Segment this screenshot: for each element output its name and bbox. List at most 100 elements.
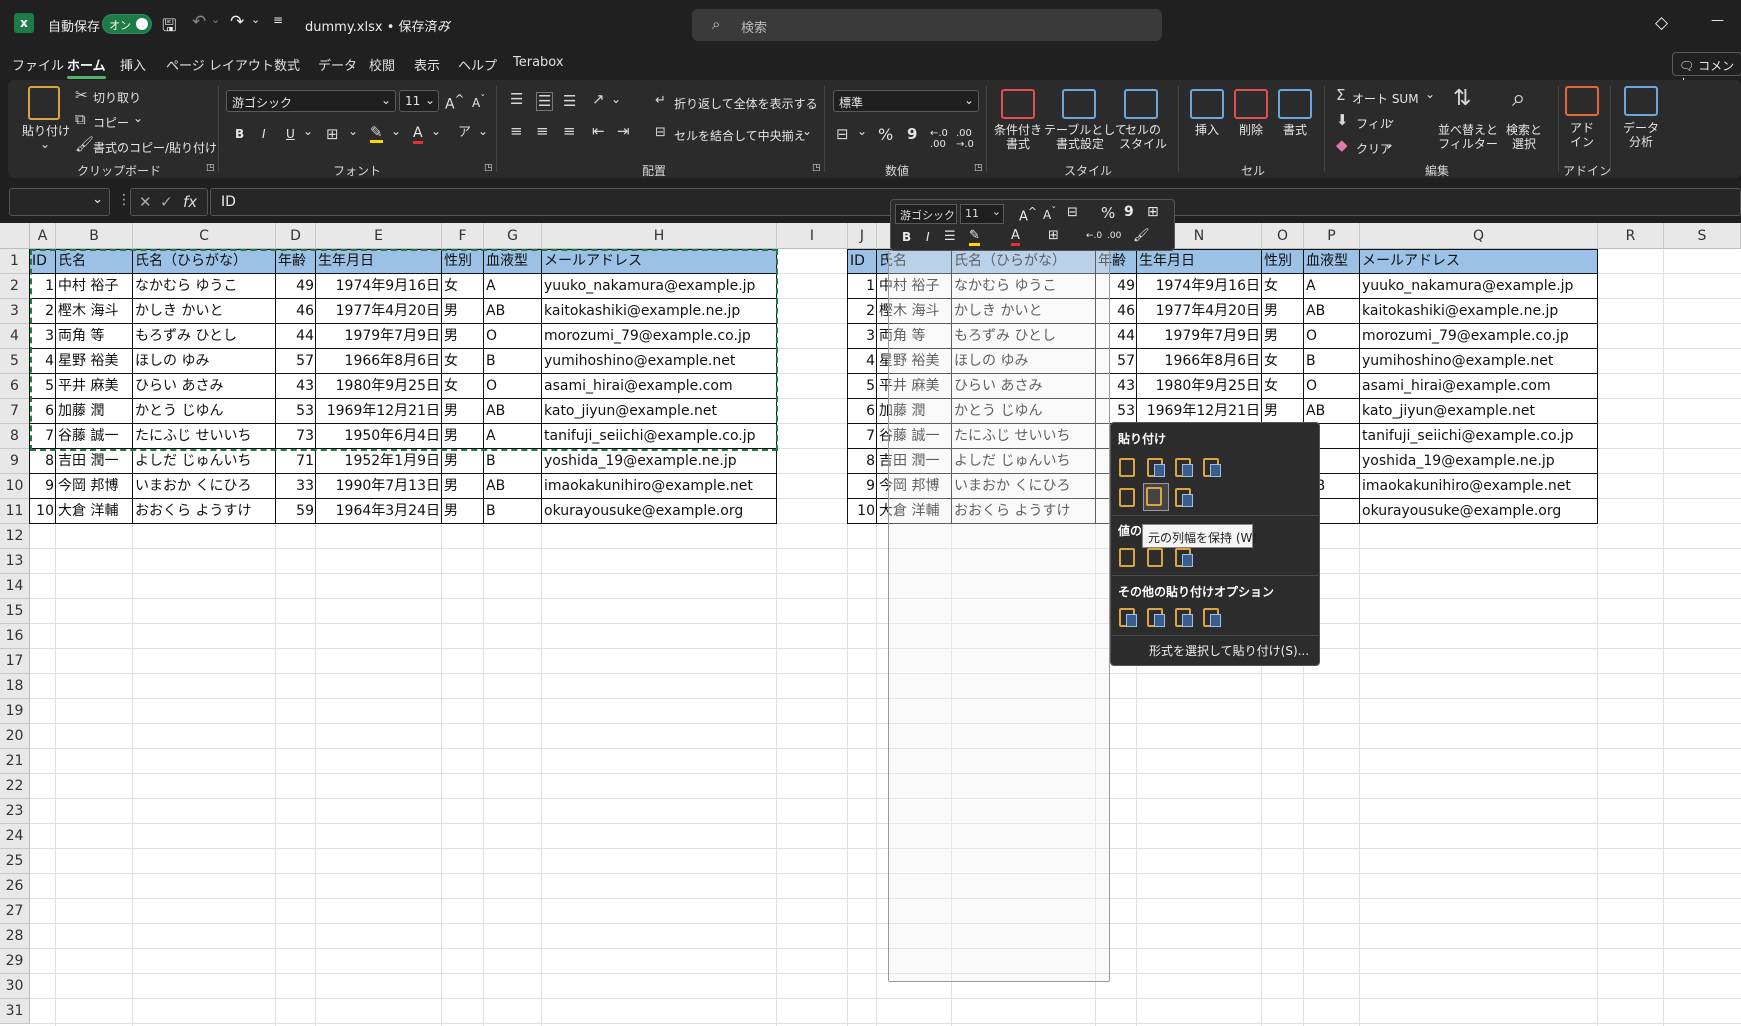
border-dropdown-icon[interactable]: ⌄ xyxy=(348,124,358,138)
align-left-icon[interactable]: ≡ xyxy=(510,124,523,139)
source-data-cell[interactable]: B xyxy=(484,499,542,524)
format-as-table-icon[interactable] xyxy=(1062,89,1096,119)
pasted-data-cell[interactable]: O xyxy=(1304,374,1360,399)
mini-accounting-icon[interactable]: ⊟ xyxy=(1067,205,1078,220)
pasted-header-cell[interactable]: 性別 xyxy=(1262,249,1304,274)
increase-decimal-icon[interactable]: ←.0.00 xyxy=(930,128,948,150)
search-box[interactable]: ⌕ 検索 xyxy=(692,9,1162,41)
pasted-data-cell[interactable]: 2 xyxy=(848,299,877,324)
paste-linked-picture-icon[interactable] xyxy=(1201,605,1223,629)
autosave-toggle[interactable]: オン xyxy=(102,14,152,34)
source-data-cell[interactable]: 1990年7月13日 xyxy=(316,474,442,499)
align-center-icon[interactable]: ≡ xyxy=(536,124,549,139)
copy-button[interactable]: コピー xyxy=(93,114,129,131)
mini-comma-button[interactable]: 9 xyxy=(1124,204,1134,220)
confirm-icon[interactable]: ✓ xyxy=(160,193,173,211)
tab-page-layout[interactable]: ページ レイアウト xyxy=(166,55,274,74)
row-header[interactable]: 20 xyxy=(0,724,30,749)
pasted-header-cell[interactable]: メールアドレス xyxy=(1360,249,1598,274)
fill-color-dropdown-icon[interactable]: ⌄ xyxy=(391,124,401,138)
row-header[interactable]: 6 xyxy=(0,374,30,399)
source-data-cell[interactable]: 吉田 潤一 xyxy=(56,449,133,474)
tab-data[interactable]: データ xyxy=(318,55,357,74)
source-data-cell[interactable]: okurayousuke@example.org xyxy=(542,499,777,524)
paste-values-source-format-icon[interactable] xyxy=(1173,545,1195,569)
cut-icon[interactable]: ✂ xyxy=(75,88,88,103)
wrap-text-icon[interactable]: ↵ xyxy=(655,94,666,107)
pasted-data-cell[interactable]: 男 xyxy=(1262,399,1304,424)
decrease-indent-icon[interactable]: ⇤ xyxy=(592,124,605,139)
mini-fill-color-icon[interactable]: ✎ xyxy=(969,228,980,246)
column-header[interactable]: O xyxy=(1262,223,1304,249)
source-data-cell[interactable]: 1964年3月24日 xyxy=(316,499,442,524)
find-select-icon[interactable]: ⌕ xyxy=(1512,86,1525,110)
column-header[interactable]: B xyxy=(56,223,133,249)
row-header[interactable]: 4 xyxy=(0,324,30,349)
font-name-select[interactable]: 游ゴシック ⌄ xyxy=(226,90,396,112)
pasted-data-cell[interactable]: kato_jiyun@example.net xyxy=(1360,399,1598,424)
source-data-cell[interactable]: 1952年1月9日 xyxy=(316,449,442,474)
mini-increase-decimal-icon[interactable]: ←.0 xyxy=(1086,231,1102,241)
phonetic-icon[interactable]: ア xyxy=(458,126,471,139)
mini-increase-font-icon[interactable]: A^ xyxy=(1019,205,1037,224)
mini-decrease-font-icon[interactable]: Aˇ xyxy=(1043,206,1056,222)
italic-button[interactable]: I xyxy=(262,127,266,141)
pasted-header-cell[interactable]: 血液型 xyxy=(1304,249,1360,274)
alignment-launcher-icon[interactable]: ◳ xyxy=(812,163,821,173)
name-box[interactable]: ⌄ xyxy=(9,188,110,216)
row-header[interactable]: 23 xyxy=(0,799,30,824)
pasted-data-cell[interactable]: 女 xyxy=(1262,349,1304,374)
pasted-data-cell[interactable]: 9 xyxy=(848,474,877,499)
tab-formulas[interactable]: 数式 xyxy=(274,55,300,74)
pasted-data-cell[interactable]: okurayousuke@example.org xyxy=(1360,499,1598,524)
column-header[interactable]: Q xyxy=(1360,223,1598,249)
align-middle-icon[interactable]: ☰ xyxy=(536,92,554,111)
column-header[interactable]: A xyxy=(30,223,56,249)
copy-dropdown-icon[interactable]: ⌄ xyxy=(133,111,143,125)
pasted-data-cell[interactable]: 8 xyxy=(848,449,877,474)
addins-icon[interactable] xyxy=(1565,86,1599,116)
row-header[interactable]: 27 xyxy=(0,899,30,924)
source-data-cell[interactable]: yoshida_19@example.ne.jp xyxy=(542,449,777,474)
row-header[interactable]: 24 xyxy=(0,824,30,849)
pasted-data-cell[interactable]: 1977年4月20日 xyxy=(1137,299,1262,324)
row-header[interactable]: 28 xyxy=(0,924,30,949)
phonetic-dropdown-icon[interactable]: ⌄ xyxy=(478,124,488,138)
pasted-data-cell[interactable]: 1974年9月16日 xyxy=(1137,274,1262,299)
row-header[interactable]: 17 xyxy=(0,649,30,674)
paste-keep-source-format-icon[interactable] xyxy=(1201,455,1223,479)
column-header[interactable]: E xyxy=(316,223,442,249)
source-data-cell[interactable]: 33 xyxy=(276,474,316,499)
paste-formatting-icon[interactable] xyxy=(1117,605,1139,629)
copy-icon[interactable]: ⧉ xyxy=(75,112,86,127)
comment-button[interactable]: 🗨 コメント xyxy=(1672,52,1741,90)
addins-button[interactable]: アド イン xyxy=(1562,121,1602,149)
row-header[interactable]: 31 xyxy=(0,999,30,1024)
mini-font-color-button[interactable]: A xyxy=(1011,228,1020,246)
pasted-data-cell[interactable]: O xyxy=(1304,324,1360,349)
pasted-data-cell[interactable]: 女 xyxy=(1262,374,1304,399)
select-all-corner[interactable] xyxy=(0,223,30,249)
clipboard-launcher-icon[interactable]: ◳ xyxy=(206,163,215,173)
row-header[interactable]: 1 xyxy=(0,249,30,274)
format-painter-button[interactable]: 書式のコピー/貼り付け xyxy=(93,139,217,156)
number-launcher-icon[interactable]: ◳ xyxy=(974,163,983,173)
mini-format-icon[interactable]: ⊞ xyxy=(1147,204,1159,220)
decrease-font-icon[interactable]: Aˇ xyxy=(472,94,485,110)
mini-format-painter-icon[interactable]: 🖌 xyxy=(1133,228,1150,243)
diamond-icon[interactable]: ◇ xyxy=(1655,13,1668,33)
fill-color-icon[interactable]: ✎ xyxy=(370,125,383,143)
pasted-data-cell[interactable]: 1 xyxy=(848,274,877,299)
paste-dropdown-icon[interactable]: ⌄ xyxy=(40,137,50,151)
row-header[interactable]: 9 xyxy=(0,449,30,474)
source-data-cell[interactable]: imaokakunihiro@example.net xyxy=(542,474,777,499)
sort-filter-button[interactable]: 並べ替えと フィルター xyxy=(1436,123,1500,151)
align-right-icon[interactable]: ≡ xyxy=(563,124,576,139)
tab-review[interactable]: 校閲 xyxy=(369,55,395,74)
filename-chevron-icon[interactable]: ⌄ xyxy=(443,13,454,28)
source-data-cell[interactable]: 男 xyxy=(442,449,484,474)
mini-font-size-select[interactable]: 11 ⌄ xyxy=(960,204,1004,224)
row-header[interactable]: 16 xyxy=(0,624,30,649)
cell-styles-button[interactable]: セルの スタイル xyxy=(1118,123,1168,151)
source-data-cell[interactable]: 男 xyxy=(442,499,484,524)
